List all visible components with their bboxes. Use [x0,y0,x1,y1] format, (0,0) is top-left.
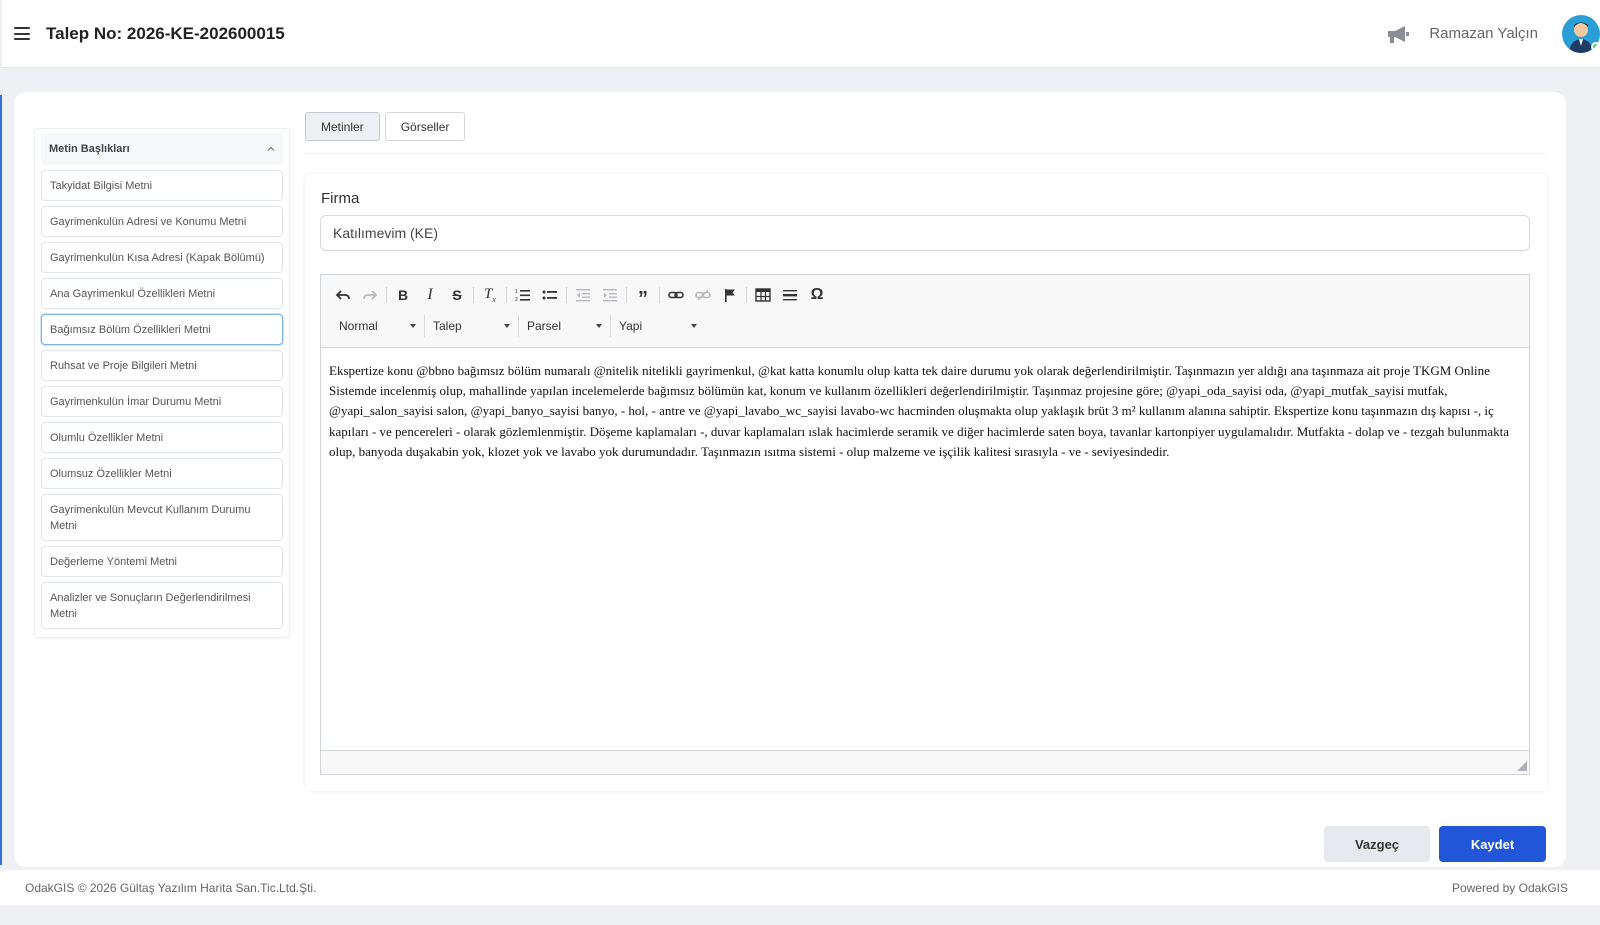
special-character-icon[interactable]: Ω [805,284,829,306]
link-icon[interactable] [664,284,688,306]
firma-input[interactable] [320,215,1530,251]
sidebar-item-mevcut-kullanim[interactable]: Gayrimenkulün Mevcut Kullanım Durumu Met… [41,494,283,541]
dropdown-arrow-icon [691,324,697,328]
svg-text:2: 2 [515,297,518,302]
online-status-dot [1591,41,1600,52]
footer-copyright: OdakGIS © 2026 Gültaş Yazılım Harita San… [25,880,317,895]
avatar[interactable] [1562,14,1600,53]
anchor-flag-icon[interactable] [718,284,742,306]
bold-icon[interactable]: B [391,284,415,306]
sidebar-item-degerleme-yontemi[interactable]: Değerleme Yöntemi Metni [41,546,283,577]
format-select-value: Normal [339,319,378,333]
hamburger-menu-icon[interactable] [14,27,30,40]
bullet-list-icon[interactable] [538,284,562,306]
tab-gorseller[interactable]: Görseller [384,112,466,141]
editor-content[interactable]: Ekspertize konu @bbno bağımsız bölüm num… [321,348,1529,750]
sidebar-item-imar-durumu[interactable]: Gayrimenkulün İmar Durumu Metni [41,386,283,417]
sidebar-item-label: Bağımsız Bölüm Özellikleri Metni [50,323,211,336]
sidebar-item-olumsuz[interactable]: Olumsuz Özellikler Metni [41,458,283,489]
sidebar-item-label: Analizler ve Sonuçların Değerlendirilmes… [50,591,251,620]
sidebar-item-label: Takyidat Bilgisi Metni [50,179,153,192]
user-name[interactable]: Ramazan Yalçın [1429,25,1538,42]
sidebar-item-label: Ruhsat ve Proje Bilgileri Metni [50,359,197,372]
table-icon[interactable] [751,284,775,306]
sidebar-item-ruhsat-proje[interactable]: Ruhsat ve Proje Bilgileri Metni [41,350,283,381]
sidebar-item-ana-gayrimenkul[interactable]: Ana Gayrimenkul Özellikleri Metni [41,278,283,309]
left-accent-strip [0,95,2,865]
sidebar-item-label: Gayrimenkulün Kısa Adresi (Kapak Bölümü) [50,251,265,264]
sidebar-item-label: Gayrimenkulün Mevcut Kullanım Durumu Met… [50,503,251,532]
sidebar: Metin Başlıkları Takyidat Bilgisi Metni … [34,128,290,638]
sidebar-item-adres-konum[interactable]: Gayrimenkulün Adresi ve Konumu Metni [41,206,283,237]
editor-statusbar [321,750,1529,774]
sidebar-item-label: Olumlu Özellikler Metni [50,431,164,444]
toolbar-separator [746,287,747,303]
format-select[interactable]: Normal [331,315,425,337]
sidebar-item-takyidat[interactable]: Takyidat Bilgisi Metni [41,170,283,201]
parsel-select[interactable]: Parsel [519,315,611,337]
toolbar-row-combos: Normal Talep Parsel Yapi [331,315,1519,337]
megaphone-icon[interactable] [1385,23,1411,45]
blockquote-icon[interactable]: ” [631,284,655,309]
sidebar-item-analizler[interactable]: Analizler ve Sonuçların Değerlendirilmes… [41,582,283,629]
dropdown-arrow-icon [504,324,510,328]
sidebar-header[interactable]: Metin Başlıkları [41,133,283,165]
sidebar-item-olumlu[interactable]: Olumlu Özellikler Metni [41,422,283,453]
talep-select[interactable]: Talep [425,315,519,337]
user-area: Ramazan Yalçın [1385,0,1600,67]
sidebar-item-label: Değerleme Yöntemi Metni [50,555,177,568]
sidebar-item-kisa-adres[interactable]: Gayrimenkulün Kısa Adresi (Kapak Bölümü) [41,242,283,273]
remove-format-icon[interactable]: Tx [478,284,502,306]
strikethrough-icon[interactable]: S [445,284,469,306]
toolbar-separator [386,287,387,303]
toolbar-row-buttons: B I S Tx 12 ” Ω [331,283,1519,309]
increase-indent-icon[interactable] [598,284,622,306]
toolbar-separator [506,287,507,303]
decrease-indent-icon[interactable] [571,284,595,306]
toolbar-separator [659,287,660,303]
yapi-select[interactable]: Yapi [611,315,705,337]
sidebar-title: Metin Başlıkları [49,143,130,155]
yapi-select-value: Yapi [619,319,643,333]
italic-icon[interactable]: I [418,284,442,306]
talep-select-value: Talep [433,319,462,333]
tab-metinler[interactable]: Metinler [305,112,380,141]
sidebar-item-label: Gayrimenkulün Adresi ve Konumu Metni [50,215,247,228]
tabs-divider [305,153,1545,154]
tab-bar: Metinler Görseller [305,112,470,141]
page-title: Talep No: 2026-KE-202600015 [46,23,285,43]
undo-icon[interactable] [331,284,355,306]
footer-powered-by[interactable]: Powered by OdakGIS [1452,881,1568,895]
sidebar-item-label: Gayrimenkulün İmar Durumu Metni [50,395,222,408]
top-bar: Talep No: 2026-KE-202600015 Ramazan Yalç… [2,0,1600,68]
parsel-select-value: Parsel [527,319,562,333]
firma-label: Firma [321,190,360,207]
toolbar-separator [626,287,627,303]
svg-text:1: 1 [515,289,518,295]
numbered-list-icon[interactable]: 12 [511,284,535,306]
editor-toolbar: B I S Tx 12 ” Ω Normal Talep Parsel Yapi [321,275,1529,348]
toolbar-separator [473,287,474,303]
sidebar-item-label: Olumsuz Özellikler Metni [50,467,172,480]
sidebar-item-label: Ana Gayrimenkul Özellikleri Metni [50,287,216,300]
dropdown-arrow-icon [596,324,602,328]
save-button[interactable]: Kaydet [1439,826,1546,862]
unlink-icon[interactable] [691,284,715,306]
horizontal-line-icon[interactable] [778,284,802,306]
chevron-up-icon [267,146,275,151]
dropdown-arrow-icon [410,324,416,328]
footer: OdakGIS © 2026 Gültaş Yazılım Harita San… [0,870,1600,905]
redo-icon[interactable] [358,284,382,306]
sidebar-item-bagimsiz-bolum[interactable]: Bağımsız Bölüm Özellikleri Metni [41,314,283,345]
resize-handle-icon[interactable] [1517,761,1527,771]
toolbar-separator [566,287,567,303]
cancel-button[interactable]: Vazgeç [1324,826,1430,862]
rich-text-editor: B I S Tx 12 ” Ω Normal Talep Parsel Yapi… [320,274,1530,775]
